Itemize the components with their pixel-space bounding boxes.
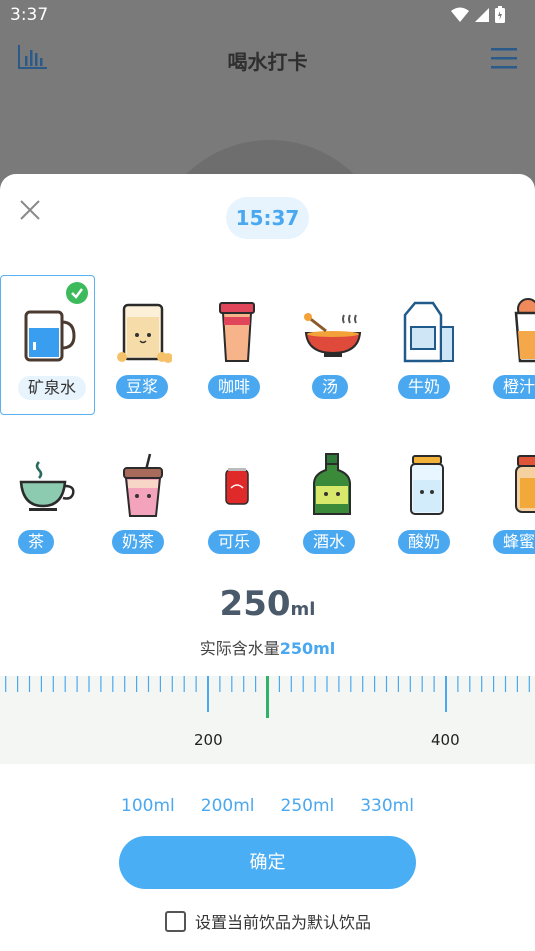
default-drink-label: 设置当前饮品为默认饮品 [195, 913, 372, 932]
quick-amount-100[interactable]: 100ml [118, 794, 178, 818]
soy-milk-icon [117, 303, 172, 363]
actual-label: 实际含水量 [199, 639, 280, 658]
drink-label: 可乐 [208, 530, 261, 554]
ruler-label-400: 400 [431, 731, 460, 749]
app-bar: 喝水打卡 [0, 30, 535, 90]
amount-ruler[interactable]: 200 400 [0, 676, 535, 764]
close-icon[interactable] [18, 198, 42, 222]
drink-label: 豆浆 [116, 375, 169, 399]
wifi-icon [451, 7, 469, 22]
drink-item-milk-tea[interactable]: 奶茶 [95, 430, 190, 570]
milk-icon [403, 301, 454, 363]
drink-label: 牛奶 [398, 375, 451, 399]
status-bar: 3:37 [0, 0, 535, 30]
confirm-button[interactable]: 确定 [119, 836, 416, 889]
default-drink-option[interactable]: 设置当前饮品为默认饮品 [165, 909, 371, 933]
drink-item-mineral-water[interactable]: 矿泉水 [0, 275, 95, 415]
drink-item-orange-juice[interactable]: 橙汁 [475, 275, 535, 415]
amount-display: 250ml [0, 584, 535, 624]
amount-value: 250 [219, 584, 291, 624]
cola-icon [225, 468, 249, 505]
liquor-icon [313, 453, 351, 515]
quick-amount-250[interactable]: 250ml [278, 794, 338, 818]
drink-item-soy-milk[interactable]: 豆浆 [95, 275, 190, 415]
ruler-label-200: 200 [194, 731, 223, 749]
drink-item-milk[interactable]: 牛奶 [380, 275, 475, 415]
drink-item-honey-water[interactable]: 蜂蜜水 [475, 430, 535, 570]
status-icons [451, 6, 505, 23]
drink-label: 茶 [18, 530, 55, 554]
orange-juice-icon [514, 298, 535, 363]
drink-item-yogurt[interactable]: 酸奶 [380, 430, 475, 570]
drink-label: 汤 [312, 375, 349, 399]
drink-row-1: 矿泉水 豆浆 咖啡 汤 牛奶 橙汁 [0, 275, 535, 415]
tea-icon [19, 461, 75, 511]
drink-item-coffee[interactable]: 咖啡 [190, 275, 285, 415]
time-selector[interactable]: 15:37 [226, 197, 309, 239]
drink-label: 矿泉水 [18, 376, 87, 400]
battery-icon [495, 6, 505, 23]
menu-icon[interactable] [491, 46, 517, 74]
drink-item-liquor[interactable]: 酒水 [285, 430, 380, 570]
drink-label: 酸奶 [398, 530, 451, 554]
drink-label: 咖啡 [208, 375, 261, 399]
honey-water-icon [515, 455, 535, 513]
add-drink-sheet: 15:37 矿泉水 豆浆 咖啡 汤 牛奶 橙汁 茶 奶茶 可乐 酒水 酸奶 蜂蜜… [0, 174, 535, 951]
status-time: 3:37 [10, 5, 49, 25]
drink-item-cola[interactable]: 可乐 [190, 430, 285, 570]
signal-icon [475, 7, 489, 22]
quick-amount-330[interactable]: 330ml [357, 794, 417, 818]
drink-label: 奶茶 [112, 530, 165, 554]
ruler-ticks [5, 676, 530, 718]
coffee-icon [219, 302, 255, 362]
soup-icon [304, 313, 362, 357]
amount-unit: ml [290, 599, 316, 620]
quick-amount-200[interactable]: 200ml [198, 794, 258, 818]
drink-label: 橙汁 [493, 375, 535, 399]
drink-item-tea[interactable]: 茶 [0, 430, 95, 570]
page-title: 喝水打卡 [227, 50, 308, 74]
drink-item-soup[interactable]: 汤 [285, 275, 380, 415]
drink-label: 酒水 [303, 530, 356, 554]
mineral-water-icon [24, 310, 76, 362]
drink-row-2: 茶 奶茶 可乐 酒水 酸奶 蜂蜜水 [0, 430, 535, 570]
drink-label: 蜂蜜水 [493, 530, 535, 554]
default-drink-checkbox[interactable] [165, 910, 186, 932]
actual-water-content: 实际含水量250ml [0, 635, 535, 659]
actual-value: 250ml [279, 639, 336, 658]
milk-tea-icon [123, 453, 163, 517]
quick-amounts: 100ml 200ml 250ml 330ml [0, 794, 535, 818]
yogurt-icon [410, 455, 444, 515]
